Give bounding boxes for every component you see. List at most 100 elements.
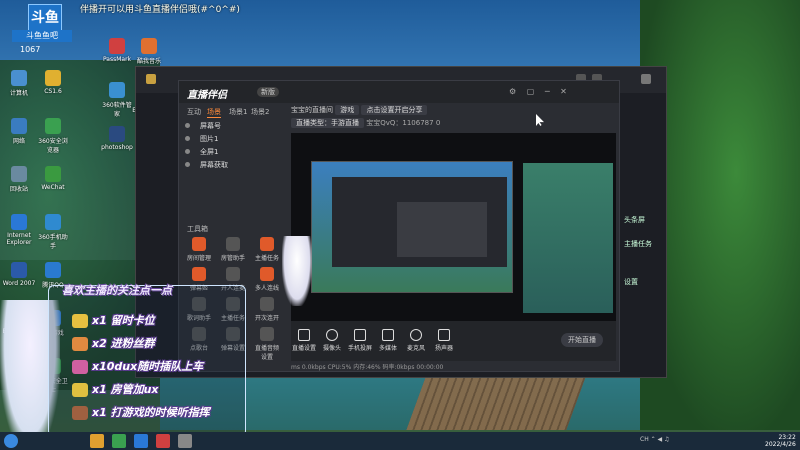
stream-settings-button[interactable]: 直播设置 [291, 329, 317, 352]
toolbox-item[interactable]: 开次连开 [253, 297, 281, 322]
tab-scene-2[interactable]: 场景2 [251, 107, 269, 117]
toolbox-item[interactable]: 多人连线 [253, 267, 281, 292]
desktop-icon[interactable]: 酷我音乐 [132, 38, 166, 65]
system-tray[interactable]: CH ⌃ ◀ ♫ [640, 436, 669, 443]
desktop-icon[interactable]: Word 2007 [2, 262, 36, 287]
douyu-logo-sub: 斗鱼鱼吧 [12, 30, 72, 42]
desktop-icon-label: 360手机助手 [38, 234, 68, 250]
desktop-app-icon [45, 262, 61, 278]
room-tag[interactable]: 游戏 [335, 105, 360, 115]
overlay-title: 喜欢主播的关注点一点 [62, 284, 172, 297]
desktop-icon[interactable]: 计算机 [2, 70, 36, 97]
taskbar-app-icon[interactable] [90, 434, 104, 448]
room-info: 宝宝的直播间 游戏 点击设置开启分享 [291, 105, 428, 115]
gift-icon [72, 406, 88, 420]
taskbar-app-icon[interactable] [112, 434, 126, 448]
desktop-icon-label: photoshop [101, 144, 133, 151]
toolbox-item-icon [260, 327, 274, 341]
toolbox-item[interactable]: 房间管理 [185, 237, 213, 262]
overlay-line: x10dux随时插队上车 [92, 360, 204, 373]
scene-item[interactable]: 图片1 [185, 134, 218, 144]
clock[interactable]: 23:22 2022/4/26 [765, 434, 796, 448]
version-badge[interactable]: 新版 [257, 87, 279, 97]
phone-cast-button[interactable]: 手机投屏 [347, 329, 373, 352]
desktop-icon-label: Internet Explorer [6, 232, 32, 246]
desktop-icon-label: 计算机 [9, 90, 28, 97]
desktop-app-icon [11, 118, 27, 134]
desktop-icon[interactable]: photoshop [100, 126, 134, 151]
desktop-icon[interactable]: WeChat [36, 166, 70, 191]
toolbox-title: 工具箱 [187, 225, 208, 233]
speaker-button[interactable]: 扬声器 [431, 329, 457, 352]
toolbox-item[interactable]: 主播任务 [253, 237, 281, 262]
nested-app-window-inner [397, 202, 487, 257]
room-number: 1067 [20, 45, 41, 54]
scrolling-notice: 伴播开可以用斗鱼直播伴侣哦(#^0^#) [80, 5, 240, 15]
desktop-app-icon [45, 118, 61, 134]
overlay-line: x2 进粉丝群 [92, 337, 155, 350]
camera-button[interactable]: 摄像头 [319, 329, 345, 352]
window-controls[interactable]: ⚙ ▢ ─ ✕ [509, 87, 609, 96]
toolbox-item-label: 开次连开 [254, 315, 279, 322]
desktop-icon[interactable]: PassMark [100, 38, 134, 63]
desktop-app-icon [109, 38, 125, 54]
taskbar-app-icon[interactable] [134, 434, 148, 448]
taskbar-app-icon[interactable] [156, 434, 170, 448]
desktop-icon[interactable]: 360软件管家 [100, 82, 134, 118]
preview-wallpaper-strip [523, 163, 613, 313]
desktop-app-icon [11, 214, 27, 230]
scene-item[interactable]: 屏幕获取 [185, 160, 228, 170]
desktop-app-icon [109, 126, 125, 142]
toolbox-item-label: 多人连线 [254, 285, 279, 292]
desktop-icon-label: 回收站 [9, 186, 28, 193]
tab-interact[interactable]: 互动 [187, 107, 201, 117]
gift-icon [72, 383, 88, 397]
taskbar-app-icon[interactable] [178, 434, 192, 448]
nested-app-window [332, 177, 507, 267]
toolbox-item-icon [226, 267, 240, 281]
douyu-logo: 斗鱼 [28, 4, 62, 32]
desktop-app-icon [11, 262, 27, 278]
anime-character-small-image [282, 236, 312, 306]
close-icon[interactable] [641, 74, 651, 84]
toolbox-item-icon [226, 237, 240, 251]
desktop-icon[interactable]: 回收站 [2, 166, 36, 193]
desktop-app-icon [11, 166, 27, 182]
bottom-toolbar: 直播设置 摄像头 手机投屏 多媒体 麦克风 扬声器 开始直播 [291, 321, 616, 361]
desktop-app-icon [45, 70, 61, 86]
gift-icon [72, 360, 88, 374]
right-panel-item[interactable]: 设置 [624, 277, 638, 287]
toolbox-item-label: 房间管理 [186, 255, 211, 262]
desktop-icon-label: WeChat [41, 184, 65, 191]
microphone-button[interactable]: 麦克风 [403, 329, 429, 352]
desktop-icon[interactable]: 网络 [2, 118, 36, 145]
desktop-app-icon [45, 166, 61, 182]
toolbox-item-icon [260, 267, 274, 281]
desktop-icon[interactable]: 360手机助手 [36, 214, 70, 250]
viewer-count: 0 [435, 119, 441, 127]
tab-scene-1[interactable]: 场景1 [229, 107, 247, 117]
stream-preview[interactable] [291, 133, 616, 321]
game-logo-icon [146, 74, 156, 84]
start-icon[interactable] [4, 434, 18, 448]
taskbar: CH ⌃ ◀ ♫ 23:22 2022/4/26 [0, 432, 800, 450]
tab-scene[interactable]: 场景 [207, 107, 221, 118]
desktop-icon[interactable]: 360安全浏览器 [36, 118, 70, 154]
desktop-icon[interactable]: CS1.6 [36, 70, 70, 95]
room-hint[interactable]: 点击设置开启分享 [361, 105, 428, 115]
toolbox-item[interactable]: 房管助手 [219, 237, 247, 262]
scene-item[interactable]: 全屏1 [185, 147, 218, 157]
toolbox-item[interactable]: 直播音频设置 [253, 327, 281, 361]
right-panel-item[interactable]: 主播任务 [624, 239, 652, 249]
scene-item[interactable]: 屏幕号 [185, 121, 221, 131]
gift-icon [72, 314, 88, 328]
desktop-icon[interactable]: Internet Explorer [2, 214, 36, 246]
desktop-icon-label: PassMark [102, 56, 132, 63]
desktop-icon-label: Word 2007 [2, 280, 36, 287]
room-info-line2: 直播类型：手游直播 宝宝QvQ：1106787 0 [291, 118, 440, 128]
start-stream-button[interactable]: 开始直播 [561, 333, 603, 347]
media-button[interactable]: 多媒体 [375, 329, 401, 352]
status-bar: ms 0.0kbps CPU:5% 内存:46% 码率:0kbps 00:00:… [291, 364, 444, 371]
right-panel-item[interactable]: 头条屏 [624, 215, 645, 225]
desktop-app-icon [45, 214, 61, 230]
